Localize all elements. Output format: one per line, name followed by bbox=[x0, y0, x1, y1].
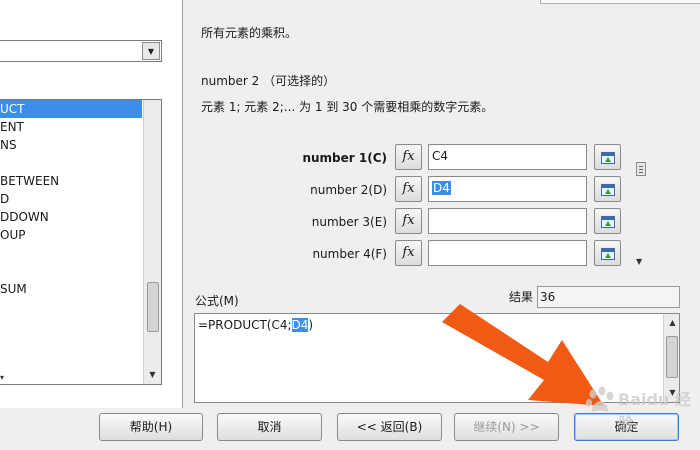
function-list-item[interactable]: UCT bbox=[0, 100, 142, 118]
window-arrow-icon bbox=[601, 216, 615, 228]
category-dropdown[interactable]: ▼ bbox=[0, 40, 162, 62]
argument-input-2[interactable]: D4 bbox=[428, 176, 587, 202]
function-description: 所有元素的乘积。 bbox=[201, 26, 298, 40]
function-list-item[interactable]: NS bbox=[0, 136, 161, 154]
function-list-item[interactable] bbox=[0, 244, 161, 262]
function-list-item[interactable] bbox=[0, 262, 161, 280]
window-arrow-icon bbox=[601, 152, 615, 164]
function-list-item[interactable]: BETWEEN bbox=[0, 172, 161, 190]
help-button[interactable]: 帮助(H) bbox=[99, 413, 203, 441]
argument-value: D4 bbox=[432, 181, 451, 195]
argument-input-4[interactable] bbox=[428, 240, 587, 266]
function-list-scrollbar[interactable]: ▼ bbox=[143, 100, 161, 384]
argument-label-1: number 1(C) bbox=[302, 151, 387, 165]
function-list[interactable]: UCT ENT NS BETWEEN D DDOWN OUP SUM ▼ bbox=[0, 99, 162, 385]
window-arrow-icon bbox=[601, 248, 615, 260]
formula-text: =PRODUCT(C4;D4) bbox=[198, 318, 313, 332]
shrink-dialog-icon[interactable] bbox=[594, 144, 621, 170]
shrink-dialog-icon[interactable] bbox=[594, 208, 621, 234]
scrollbar-thumb[interactable] bbox=[147, 282, 159, 332]
function-list-item[interactable] bbox=[0, 154, 161, 172]
scroll-down-icon[interactable]: ▼ bbox=[636, 257, 642, 266]
function-wizard-fx-icon[interactable]: fx bbox=[395, 144, 422, 170]
formula-suffix: ) bbox=[308, 318, 314, 332]
function-list-item[interactable]: OUP bbox=[0, 226, 161, 244]
formula-label: 公式(M) bbox=[195, 294, 239, 308]
function-wizard-fx-icon[interactable]: fx bbox=[395, 176, 422, 202]
formula-selection: D4 bbox=[291, 318, 309, 332]
scroll-down-icon[interactable]: ▼ bbox=[144, 368, 161, 382]
watermark-label: Baidu 经验 bbox=[618, 390, 691, 433]
scroll-up-icon[interactable]: ▲ bbox=[664, 316, 681, 330]
list-scroll-arrow-icon[interactable]: ▾ bbox=[0, 373, 4, 382]
argument-label-3: number 3(E) bbox=[311, 215, 387, 229]
shrink-dialog-icon[interactable] bbox=[594, 240, 621, 266]
function-list-item[interactable]: ENT bbox=[0, 118, 161, 136]
window-arrow-icon bbox=[601, 184, 615, 196]
argument-input-3[interactable] bbox=[428, 208, 587, 234]
function-wizard-fx-icon[interactable]: fx bbox=[395, 240, 422, 266]
function-list-item[interactable]: D bbox=[0, 190, 161, 208]
chevron-down-icon[interactable]: ▼ bbox=[142, 42, 160, 60]
back-button[interactable]: << 返回(B) bbox=[337, 413, 442, 441]
function-list-item[interactable]: DDOWN bbox=[0, 208, 161, 226]
background-window-edge bbox=[540, 0, 700, 4]
watermark-text: Baidu 经验 bbox=[618, 386, 700, 434]
argument-label-4: number 4(F) bbox=[312, 247, 387, 261]
shrink-dialog-icon[interactable] bbox=[594, 176, 621, 202]
arguments-scrollbar[interactable]: ▼ bbox=[633, 148, 649, 266]
argument-title: number 2 （可选择的） bbox=[201, 74, 336, 88]
cancel-button[interactable]: 取消 bbox=[217, 413, 322, 441]
formula-prefix: =PRODUCT(C4; bbox=[198, 318, 292, 332]
argument-value: C4 bbox=[432, 149, 449, 163]
function-list-item[interactable]: SUM bbox=[0, 280, 161, 298]
arrow-shape bbox=[442, 304, 604, 406]
arguments-scroll-thumb[interactable] bbox=[636, 162, 646, 176]
argument-label-2: number 2(D) bbox=[310, 183, 387, 197]
paw-logo-icon bbox=[586, 386, 614, 412]
formula-scroll-thumb[interactable] bbox=[666, 336, 678, 378]
argument-description: 元素 1; 元素 2;... 为 1 到 30 个需要相乘的数字元素。 bbox=[201, 100, 494, 114]
argument-input-1[interactable]: C4 bbox=[428, 144, 587, 170]
function-wizard-fx-icon[interactable]: fx bbox=[395, 208, 422, 234]
